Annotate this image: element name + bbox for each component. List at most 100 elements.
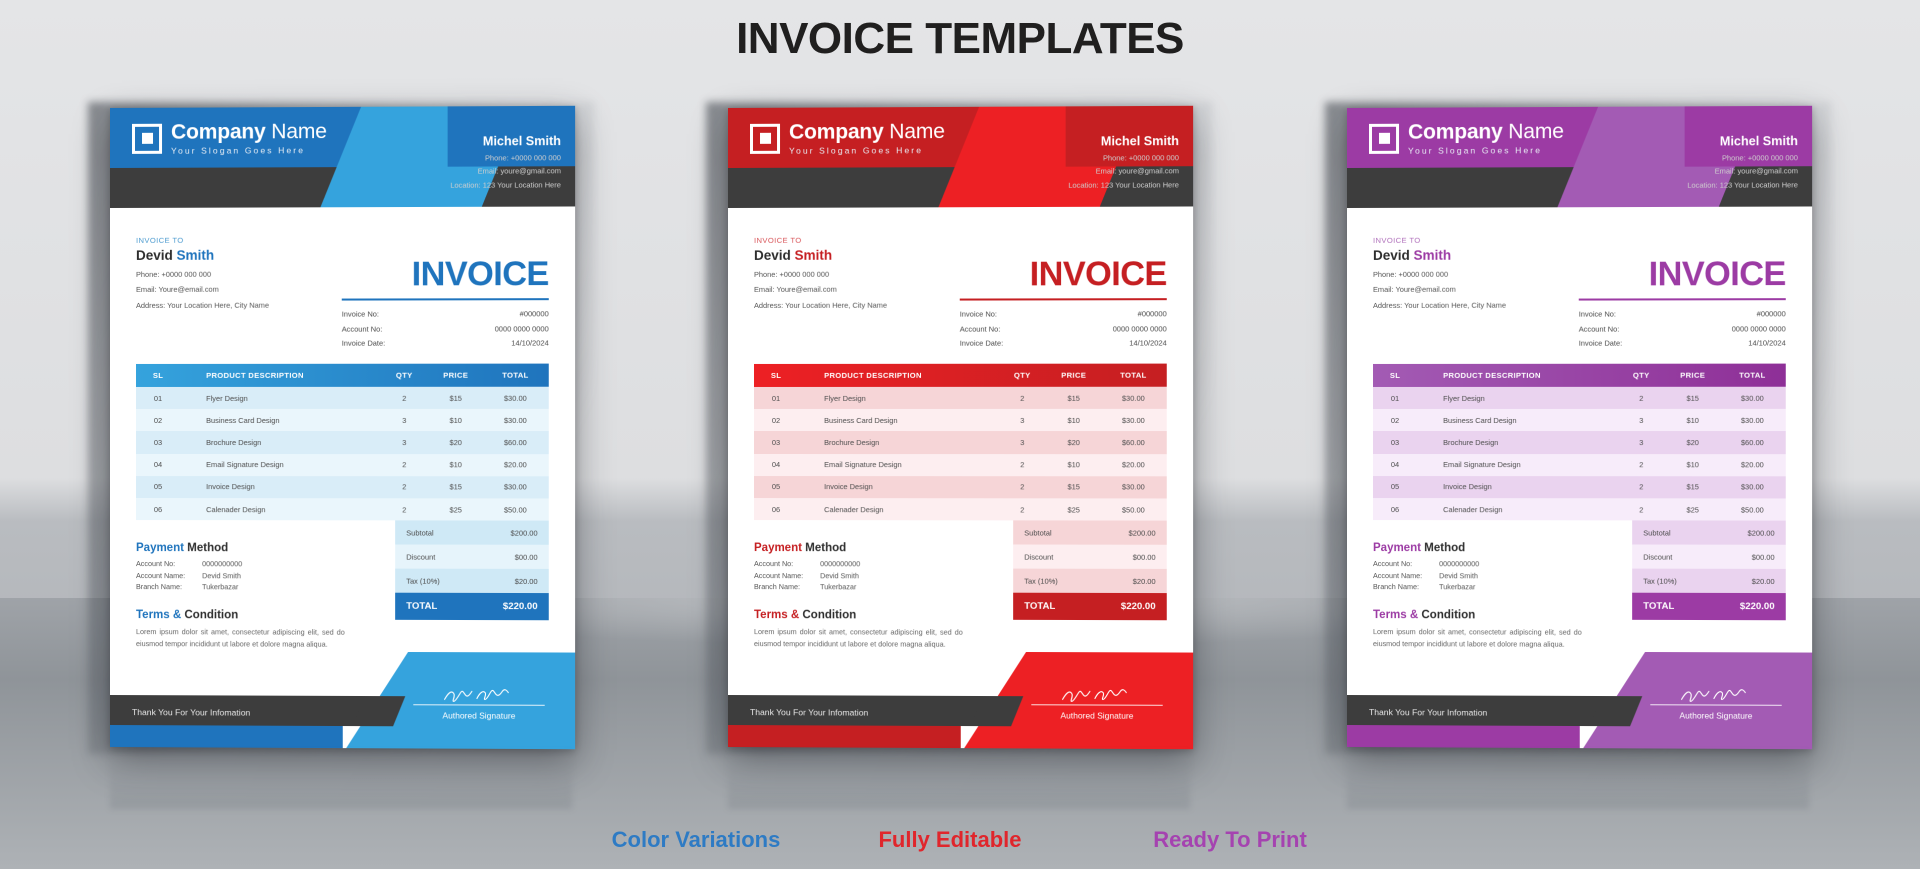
- table-row: 02 Business Card Design 3 $10 $30.00: [754, 409, 1167, 431]
- invoice-mid-section: Payment Method Account No: 0000000000 Ac…: [754, 542, 1167, 651]
- cell-description: Email Signature Design: [180, 454, 379, 476]
- totals-final-row: TOTAL $220.00: [1632, 593, 1786, 621]
- brand-name: Company Name: [789, 121, 945, 143]
- cell-price: $15: [1666, 387, 1719, 409]
- terms-title-bold: Terms &: [136, 609, 181, 621]
- invoice-heading: INVOICE: [960, 257, 1167, 292]
- table-header-sl: SL: [136, 364, 180, 387]
- cell-total: $50.00: [1100, 498, 1167, 520]
- invoice-header: Company Name Your Slogan Goes Here Miche…: [110, 106, 575, 208]
- header-contact-block: Michel Smith Phone: +0000 000 000 Email:…: [1687, 134, 1798, 189]
- cell-sl: 03: [1373, 431, 1417, 453]
- invoice-to-email: Email: Youre@email.com: [1373, 285, 1506, 294]
- payment-key: Branch Name:: [136, 582, 202, 591]
- invoice-top-info: INVOICE TO Devid Smith Phone: +0000 000 …: [1373, 207, 1786, 348]
- footer-bottom-bar: [728, 725, 961, 748]
- payment-title-bold: Payment: [1373, 542, 1421, 554]
- invoice-top-info: INVOICE TO Devid Smith Phone: +0000 000 …: [754, 207, 1167, 348]
- sheet-reflection: [1347, 747, 1809, 809]
- invoice-footer: Thank You For Your Infomation Authored S…: [1347, 651, 1812, 749]
- terms-title: Terms & Condition: [754, 609, 963, 622]
- invoice-sheet: Company Name Your Slogan Goes Here Miche…: [728, 106, 1193, 749]
- invoice-totals: Subtotal $200.00 Discount $00.00 Tax (10…: [395, 521, 549, 652]
- table-row: 03 Brochure Design 3 $20 $60.00: [1373, 431, 1786, 453]
- terms-title: Terms & Condition: [1373, 609, 1582, 622]
- totals-key: Subtotal: [1643, 528, 1670, 537]
- invoice-meta-row: Invoice Date: 14/10/2024: [342, 338, 549, 347]
- brand-slogan: Your Slogan Goes Here: [1408, 146, 1564, 155]
- square-logo-icon: [750, 124, 780, 154]
- payment-method-title: Payment Method: [754, 542, 963, 554]
- invoice-meta-key: Invoice Date:: [960, 339, 1003, 348]
- payment-line: Account No: 0000000000: [136, 559, 345, 568]
- table-row: 06 Calenader Design 2 $25 $50.00: [136, 498, 549, 521]
- invoice-items-table: SL PRODUCT DESCRIPTION QTY PRICE TOTAL 01 Fl…: [754, 364, 1167, 521]
- invoice-totals: Subtotal $200.00 Discount $00.00 Tax (10…: [1632, 521, 1786, 652]
- cell-qty: 2: [1616, 387, 1666, 409]
- invoice-to-phone: Phone: +0000 000 000: [136, 269, 269, 278]
- payment-method-title: Payment Method: [136, 542, 345, 554]
- invoice-meta-value: 14/10/2024: [511, 338, 548, 347]
- payment-value: Tukerbazar: [820, 582, 856, 591]
- invoice-to-label: INVOICE TO: [754, 236, 887, 245]
- invoice-header: Company Name Your Slogan Goes Here Miche…: [1347, 106, 1812, 208]
- cell-total: $30.00: [1719, 387, 1786, 409]
- totals-row: Discount $00.00: [395, 545, 549, 569]
- table-header-sl: SL: [1373, 364, 1417, 387]
- caption-fully-editable: Fully Editable: [800, 827, 1100, 853]
- totals-row: Subtotal $200.00: [1013, 521, 1167, 545]
- cell-qty: 3: [379, 431, 429, 453]
- invoice-items-table: SL PRODUCT DESCRIPTION QTY PRICE TOTAL 01 Fl…: [1373, 364, 1786, 521]
- totals-key: Discount: [1024, 552, 1053, 561]
- totals-key: Subtotal: [406, 528, 433, 537]
- cell-sl: 06: [136, 498, 180, 520]
- payment-method-title: Payment Method: [1373, 542, 1582, 554]
- cell-total: $50.00: [1719, 498, 1786, 520]
- cell-qty: 3: [379, 409, 429, 431]
- cell-sl: 05: [1373, 476, 1417, 498]
- invoice-meta-value: 0000 0000 0000: [1113, 324, 1167, 333]
- invoice-to-block: INVOICE TO Devid Smith Phone: +0000 000 …: [1373, 236, 1506, 348]
- payment-and-terms: Payment Method Account No: 0000000000 Ac…: [136, 542, 345, 650]
- payment-value: 0000000000: [1439, 559, 1479, 568]
- table-header-row: SL PRODUCT DESCRIPTION QTY PRICE TOTAL: [754, 364, 1167, 387]
- invoice-meta-value: #000000: [520, 309, 549, 318]
- cell-total: $30.00: [1719, 409, 1786, 431]
- cell-description: Business Card Design: [180, 409, 379, 431]
- brand-name-light: Name: [1503, 120, 1564, 143]
- signature-label: Authored Signature: [413, 710, 544, 721]
- payment-key: Branch Name:: [754, 582, 820, 591]
- table-row: 04 Email Signature Design 2 $10 $20.00: [754, 454, 1167, 476]
- cell-sl: 06: [1373, 498, 1417, 520]
- payment-key: Account No:: [754, 559, 820, 568]
- table-row: 06 Calenader Design 2 $25 $50.00: [754, 498, 1167, 521]
- invoice-meta-key: Invoice Date:: [1579, 339, 1622, 348]
- cell-sl: 06: [754, 498, 798, 520]
- page-title: INVOICE TEMPLATES: [0, 14, 1920, 64]
- totals-row: Tax (10%) $20.00: [395, 569, 549, 593]
- footer-bottom-bar: [1347, 725, 1580, 748]
- cell-description: Flyer Design: [798, 387, 997, 409]
- cell-price: $25: [1666, 498, 1719, 520]
- square-logo-icon: [132, 124, 162, 154]
- cell-total: $30.00: [1100, 476, 1167, 498]
- cell-sl: 03: [754, 431, 798, 453]
- totals-value: $200.00: [1129, 528, 1156, 537]
- payment-key: Account Name:: [754, 571, 820, 580]
- cell-qty: 2: [379, 387, 429, 409]
- terms-title-light: Condition: [181, 609, 238, 621]
- invoice-meta-value: 14/10/2024: [1748, 338, 1785, 347]
- footer-thanks-text: Thank You For Your Infomation: [1369, 707, 1487, 718]
- sheet-reflection: [110, 747, 572, 809]
- table-row: 02 Business Card Design 3 $10 $30.00: [1373, 409, 1786, 431]
- totals-final-key: TOTAL: [1643, 601, 1674, 612]
- table-header-total: TOTAL: [1719, 364, 1786, 387]
- table-header-qty: QTY: [379, 364, 429, 387]
- signature-rule: [1650, 704, 1781, 706]
- payment-line: Branch Name: Tukerbazar: [754, 582, 963, 592]
- signature-block: Authored Signature: [1650, 687, 1781, 721]
- invoice-to-name: Devid Smith: [1373, 248, 1506, 263]
- payment-value: Tukerbazar: [1439, 582, 1475, 591]
- payment-title-bold: Payment: [136, 542, 184, 554]
- cell-qty: 3: [1616, 409, 1666, 431]
